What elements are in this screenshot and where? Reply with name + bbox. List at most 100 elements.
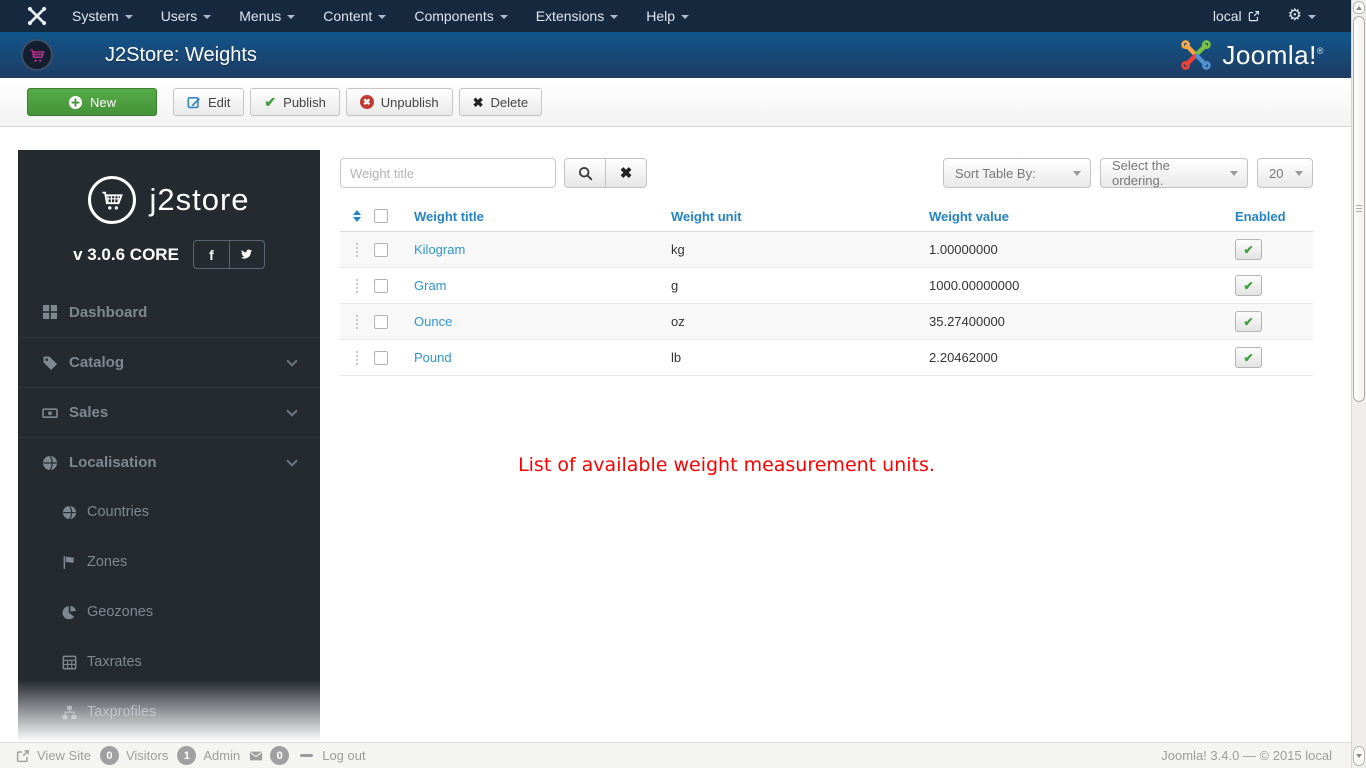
facebook-icon[interactable]: f [194, 241, 229, 268]
chevron-down-icon [286, 404, 298, 417]
admin-status: 1 Admin [177, 746, 240, 765]
menu-extensions[interactable]: Extensions [522, 0, 632, 32]
user-settings-menu[interactable]: ⚙ [1274, 0, 1330, 32]
social-buttons: f [192, 240, 265, 269]
menu-content[interactable]: Content [309, 0, 400, 32]
row-checkbox[interactable] [374, 350, 388, 365]
check-icon: ✔ [1243, 314, 1254, 329]
view-site-label: View Site [37, 748, 91, 763]
enabled-toggle-button[interactable]: ✔ [1235, 347, 1262, 368]
sidebar-item-countries[interactable]: Countries [18, 487, 320, 537]
sidebar-item-label: Taxprofiles [87, 704, 157, 720]
page-title: J2Store: Weights [105, 43, 257, 66]
sidebar-item-localisation[interactable]: Localisation [18, 437, 320, 487]
weight-title-link[interactable]: Kilogram [414, 242, 465, 257]
ordering-sort-icon[interactable] [353, 210, 361, 222]
column-header-weight-value[interactable]: Weight value [929, 209, 1235, 224]
menu-menus[interactable]: Menus [225, 0, 309, 32]
menu-system[interactable]: System [58, 0, 147, 32]
titlebar: J2Store: Weights Joomla!® [0, 32, 1366, 78]
weight-unit-cell: g [671, 278, 679, 293]
chevron-down-icon [286, 454, 298, 467]
row-checkbox[interactable] [374, 242, 388, 257]
weight-value-cell: 1000.00000000 [929, 278, 1020, 293]
publish-button[interactable]: ✔ Publish [250, 88, 340, 116]
sidebar-item-taxprofiles[interactable]: Taxprofiles [18, 687, 320, 737]
sidebar-item-dashboard[interactable]: Dashboard [18, 287, 320, 337]
drag-handle[interactable] [356, 350, 358, 365]
envelope-icon [250, 751, 263, 760]
column-header-weight-title[interactable]: Weight title [414, 209, 671, 224]
weight-unit-cell: lb [671, 350, 682, 365]
enabled-toggle-button[interactable]: ✔ [1235, 311, 1262, 332]
toolbar: New Edit ✔ Publish ✖ Unpublish ✖ Delete [0, 78, 1366, 127]
logout-link[interactable]: Log out [322, 748, 365, 763]
sidebar-menu: Dashboard Catalog Sales Localisation Cou… [18, 287, 320, 742]
select-all-checkbox[interactable] [374, 209, 388, 223]
clear-search-button[interactable]: ✖ [605, 158, 647, 188]
drag-handle[interactable] [356, 314, 358, 329]
menu-components[interactable]: Components [400, 0, 521, 32]
delete-button-label: Delete [490, 94, 529, 110]
calculator-icon [62, 655, 77, 669]
table-row: Kilogram kg 1.00000000 ✔ [340, 232, 1313, 268]
sidebar-item-label: Localisation [69, 454, 157, 471]
external-link-icon [16, 749, 29, 762]
external-link-icon [1248, 10, 1259, 22]
joomla-brand: Joomla!® [1178, 38, 1324, 72]
sidebar-item-label: Catalog [69, 354, 125, 371]
logout-label: Log out [322, 748, 366, 763]
edit-button[interactable]: Edit [173, 88, 245, 116]
row-checkbox[interactable] [374, 314, 388, 329]
scroll-down-button[interactable] [1353, 746, 1365, 766]
sidebar-item-taxrates[interactable]: Taxrates [18, 637, 320, 687]
menu-components-label: Components [414, 8, 494, 24]
drag-handle[interactable] [356, 242, 358, 257]
delete-button[interactable]: ✖ Delete [458, 88, 543, 116]
site-preview-link[interactable]: local [1199, 0, 1274, 32]
enabled-toggle-button[interactable]: ✔ [1235, 275, 1262, 296]
sidebar-item-geozones[interactable]: Geozones [18, 587, 320, 637]
info-notice: List of available weight measurement uni… [518, 454, 935, 476]
scroll-up-button[interactable] [1353, 1, 1365, 14]
column-header-enabled[interactable]: Enabled [1235, 209, 1313, 224]
sidebar-item-label: Sales [69, 404, 109, 421]
joomla-brand-text: Joomla!® [1222, 39, 1324, 70]
weight-title-link[interactable]: Gram [414, 278, 447, 293]
view-site-link[interactable]: View Site [16, 748, 91, 763]
twitter-icon[interactable] [228, 241, 264, 268]
weight-title-link[interactable]: Pound [414, 350, 452, 365]
visitors-status: 0 Visitors [99, 746, 168, 765]
row-checkbox[interactable] [374, 278, 388, 293]
ordering-select[interactable]: Select the ordering. [1100, 158, 1248, 188]
sidebar-item-catalog[interactable]: Catalog [18, 337, 320, 387]
drag-handle[interactable] [356, 278, 358, 293]
sidebar-item-sales[interactable]: Sales [18, 387, 320, 437]
status-bar: View Site 0 Visitors 1 Admin 0 Log out J… [0, 742, 1366, 768]
joomla-logo-icon [1181, 40, 1212, 70]
messages-status[interactable]: 0 [249, 746, 290, 765]
admin-label: Admin [203, 748, 241, 763]
list-limit-select[interactable]: 20 [1257, 158, 1313, 188]
joomla-icon[interactable] [26, 5, 48, 27]
table-row: Pound lb 2.20462000 ✔ [340, 340, 1313, 376]
new-button[interactable]: New [27, 88, 158, 116]
search-button[interactable] [564, 158, 606, 188]
sort-by-select[interactable]: Sort Table By: [943, 158, 1091, 188]
menu-users[interactable]: Users [147, 0, 226, 32]
unpublish-button[interactable]: ✖ Unpublish [345, 88, 453, 116]
scrollbar-thumb[interactable] [1353, 16, 1365, 402]
search-input[interactable] [340, 158, 556, 188]
enabled-toggle-button[interactable]: ✔ [1235, 239, 1262, 260]
money-icon [42, 407, 58, 418]
menu-help[interactable]: Help [632, 0, 703, 32]
version-row: v 3.0.6 CORE f [18, 240, 320, 269]
page-body: j2store v 3.0.6 CORE f Dashboard Catalog [0, 127, 1366, 742]
plus-circle-icon [68, 95, 83, 109]
menu-content-label: Content [323, 8, 373, 24]
column-header-weight-unit[interactable]: Weight unit [671, 209, 929, 224]
chevron-down-icon [287, 15, 296, 19]
sidebar-item-zones[interactable]: Zones [18, 537, 320, 587]
menu-help-label: Help [646, 8, 675, 24]
weight-title-link[interactable]: Ounce [414, 314, 452, 329]
